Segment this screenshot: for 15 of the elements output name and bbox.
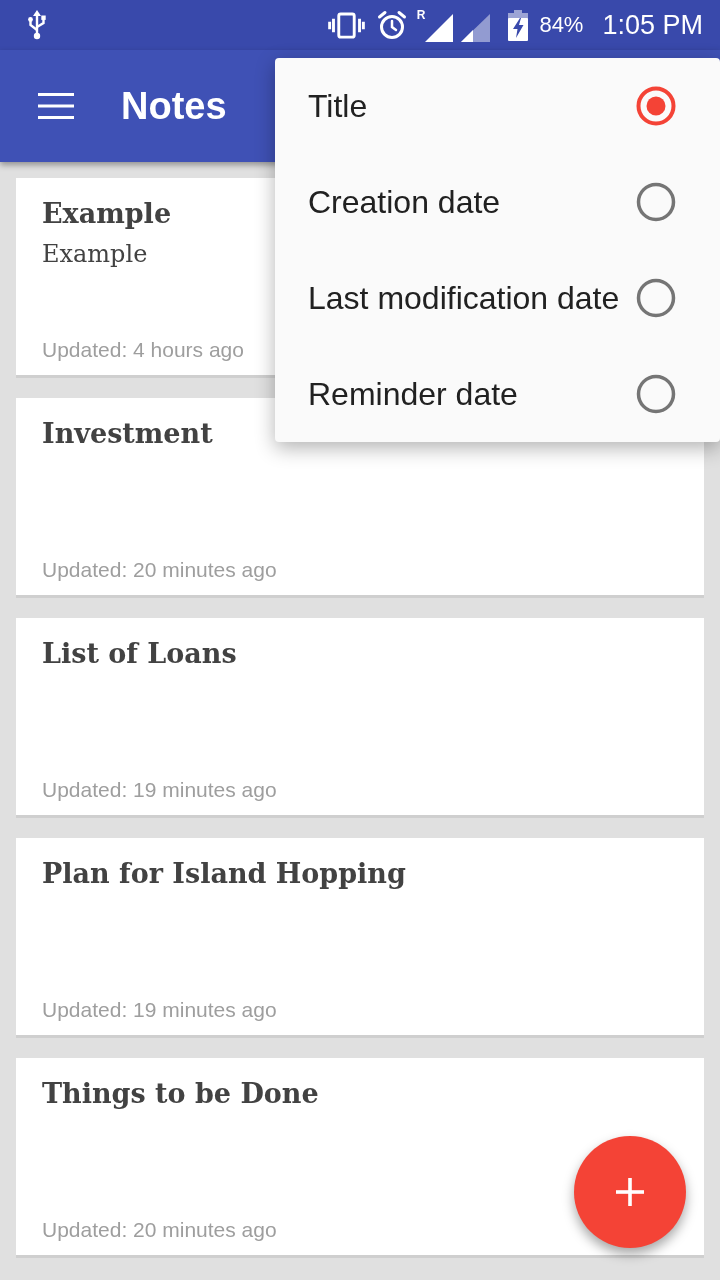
updated-time: Updated: 20 minutes ago	[42, 557, 277, 583]
roaming-indicator: R	[416, 9, 426, 21]
clock-time: 1:05 PM	[602, 11, 703, 39]
note-body: Example	[42, 239, 148, 270]
updated-time: Updated: 20 minutes ago	[42, 1217, 277, 1243]
note-title: Example	[42, 197, 172, 231]
note-title: Plan for Island Hopping	[42, 857, 406, 891]
note-title: Things to be Done	[42, 1077, 319, 1111]
updated-time: Updated: 19 minutes ago	[42, 777, 277, 803]
updated-time: Updated: 4 hours ago	[42, 337, 244, 363]
note-title: Investment	[42, 417, 213, 451]
note-title: List of Loans	[42, 637, 237, 671]
updated-time: Updated: 19 minutes ago	[42, 997, 277, 1023]
app-title: Notes	[121, 87, 227, 125]
battery-level: 84%	[539, 14, 584, 36]
